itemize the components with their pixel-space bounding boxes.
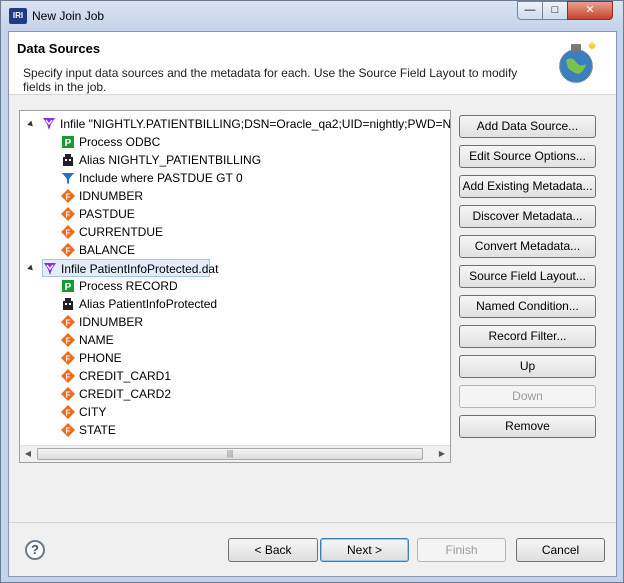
tree-node-label: PASTDUE (79, 207, 135, 221)
window: IRI New Join Job — □ ✕ Data Sources Spec… (0, 0, 624, 583)
tree-node-label: Alias NIGHTLY_PATIENTBILLING (79, 153, 262, 167)
tree-node-label: CREDIT_CARD2 (79, 387, 172, 401)
footer-separator (9, 522, 616, 523)
field-icon: F (61, 243, 75, 257)
page-description: Specify input data sources and the metad… (23, 66, 518, 94)
tree-node-label: PHONE (79, 351, 122, 365)
minimize-button[interactable]: — (517, 1, 543, 20)
window-title: New Join Job (32, 9, 105, 23)
tree-node-label: Process ODBC (79, 135, 161, 149)
convert-metadata-button[interactable]: Convert Metadata... (459, 235, 596, 258)
field-icon: F (61, 315, 75, 329)
field-icon: F (61, 225, 75, 239)
scroll-thumb[interactable]: ||| (37, 448, 423, 460)
scroll-right-icon[interactable]: ▶ (434, 446, 450, 462)
up-button[interactable]: Up (459, 355, 596, 378)
svg-text:F: F (66, 229, 71, 238)
wizard-globe-icon (559, 40, 597, 83)
svg-text:F: F (66, 319, 71, 328)
data-sources-tree[interactable]: Infile "NIGHTLY.PATIENTBILLING;DSN=Oracl… (19, 110, 451, 463)
tree-infile-node[interactable]: Infile PatientInfoProtected.dat (42, 259, 218, 277)
alias-icon (61, 297, 75, 311)
field-icon: F (61, 351, 75, 365)
tree-node-label: STATE (79, 423, 116, 437)
record-filter-button[interactable]: Record Filter... (459, 325, 596, 348)
svg-text:F: F (66, 427, 71, 436)
scroll-left-icon[interactable]: ◀ (20, 446, 36, 462)
tree-node-label: Process RECORD (79, 279, 178, 293)
field-icon: F (61, 405, 75, 419)
back-button[interactable]: < Back (228, 538, 318, 562)
tree-node-label: NAME (79, 333, 114, 347)
process-icon: P (61, 279, 75, 293)
title-bar: IRI New Join Job — □ ✕ (1, 1, 623, 31)
tree-node-label: IDNUMBER (79, 189, 144, 203)
svg-text:F: F (66, 337, 71, 346)
svg-text:F: F (66, 391, 71, 400)
tree-node-label: Alias PatientInfoProtected (79, 297, 218, 311)
tree-content: Infile "NIGHTLY.PATIENTBILLING;DSN=Oracl… (20, 111, 450, 446)
process-icon: P (61, 135, 75, 149)
svg-text:F: F (66, 409, 71, 418)
finish-button[interactable]: Finish (417, 538, 506, 562)
field-icon: F (61, 423, 75, 437)
field-icon: F (61, 333, 75, 347)
add-existing-metadata-button[interactable]: Add Existing Metadata... (459, 175, 596, 198)
next-button[interactable]: Next > (320, 538, 409, 562)
tree-node-label: CURRENTDUE (79, 225, 163, 239)
svg-text:F: F (66, 373, 71, 382)
tree-node-label: CITY (79, 405, 107, 419)
horizontal-scrollbar[interactable]: ◀ ||| ▶ (20, 445, 450, 462)
help-icon[interactable]: ? (25, 540, 45, 560)
tree-node-label: BALANCE (79, 243, 136, 257)
field-icon: F (61, 189, 75, 203)
remove-button[interactable]: Remove (459, 415, 596, 438)
infile-icon (43, 262, 57, 276)
svg-text:F: F (66, 211, 71, 220)
discover-metadata-button[interactable]: Discover Metadata... (459, 205, 596, 228)
tree-node-label: CREDIT_CARD1 (79, 369, 172, 383)
app-icon: IRI (9, 8, 27, 24)
tree-node-label: Include where PASTDUE GT 0 (79, 171, 243, 185)
tree-node-label: Infile PatientInfoProtected.dat (61, 262, 219, 276)
tree-node-label: IDNUMBER (79, 315, 144, 329)
named-condition-button[interactable]: Named Condition... (459, 295, 596, 318)
svg-text:F: F (66, 247, 71, 256)
svg-text:P: P (65, 138, 72, 149)
maximize-button[interactable]: □ (542, 1, 568, 20)
expander-icon[interactable] (27, 264, 35, 273)
field-icon: F (61, 207, 75, 221)
svg-text:F: F (66, 355, 71, 364)
infile-icon (42, 117, 56, 131)
down-button[interactable]: Down (459, 385, 596, 408)
svg-text:F: F (66, 193, 71, 202)
dialog-client: Data Sources Specify input data sources … (8, 31, 617, 577)
field-icon: F (61, 387, 75, 401)
cancel-button[interactable]: Cancel (516, 538, 605, 562)
field-icon: F (61, 369, 75, 383)
edit-source-options-button[interactable]: Edit Source Options... (459, 145, 596, 168)
source-field-layout-button[interactable]: Source Field Layout... (459, 265, 596, 288)
alias-icon (61, 153, 75, 167)
close-button[interactable]: ✕ (567, 1, 613, 20)
page-title: Data Sources (17, 41, 101, 56)
expander-icon[interactable] (27, 120, 35, 129)
add-data-source-button[interactable]: Add Data Source... (459, 115, 596, 138)
wizard-header: Data Sources Specify input data sources … (9, 32, 616, 95)
svg-text:P: P (65, 282, 72, 293)
filter-icon (61, 171, 75, 185)
tree-node-label: Infile "NIGHTLY.PATIENTBILLING;DSN=Oracl… (60, 117, 450, 131)
